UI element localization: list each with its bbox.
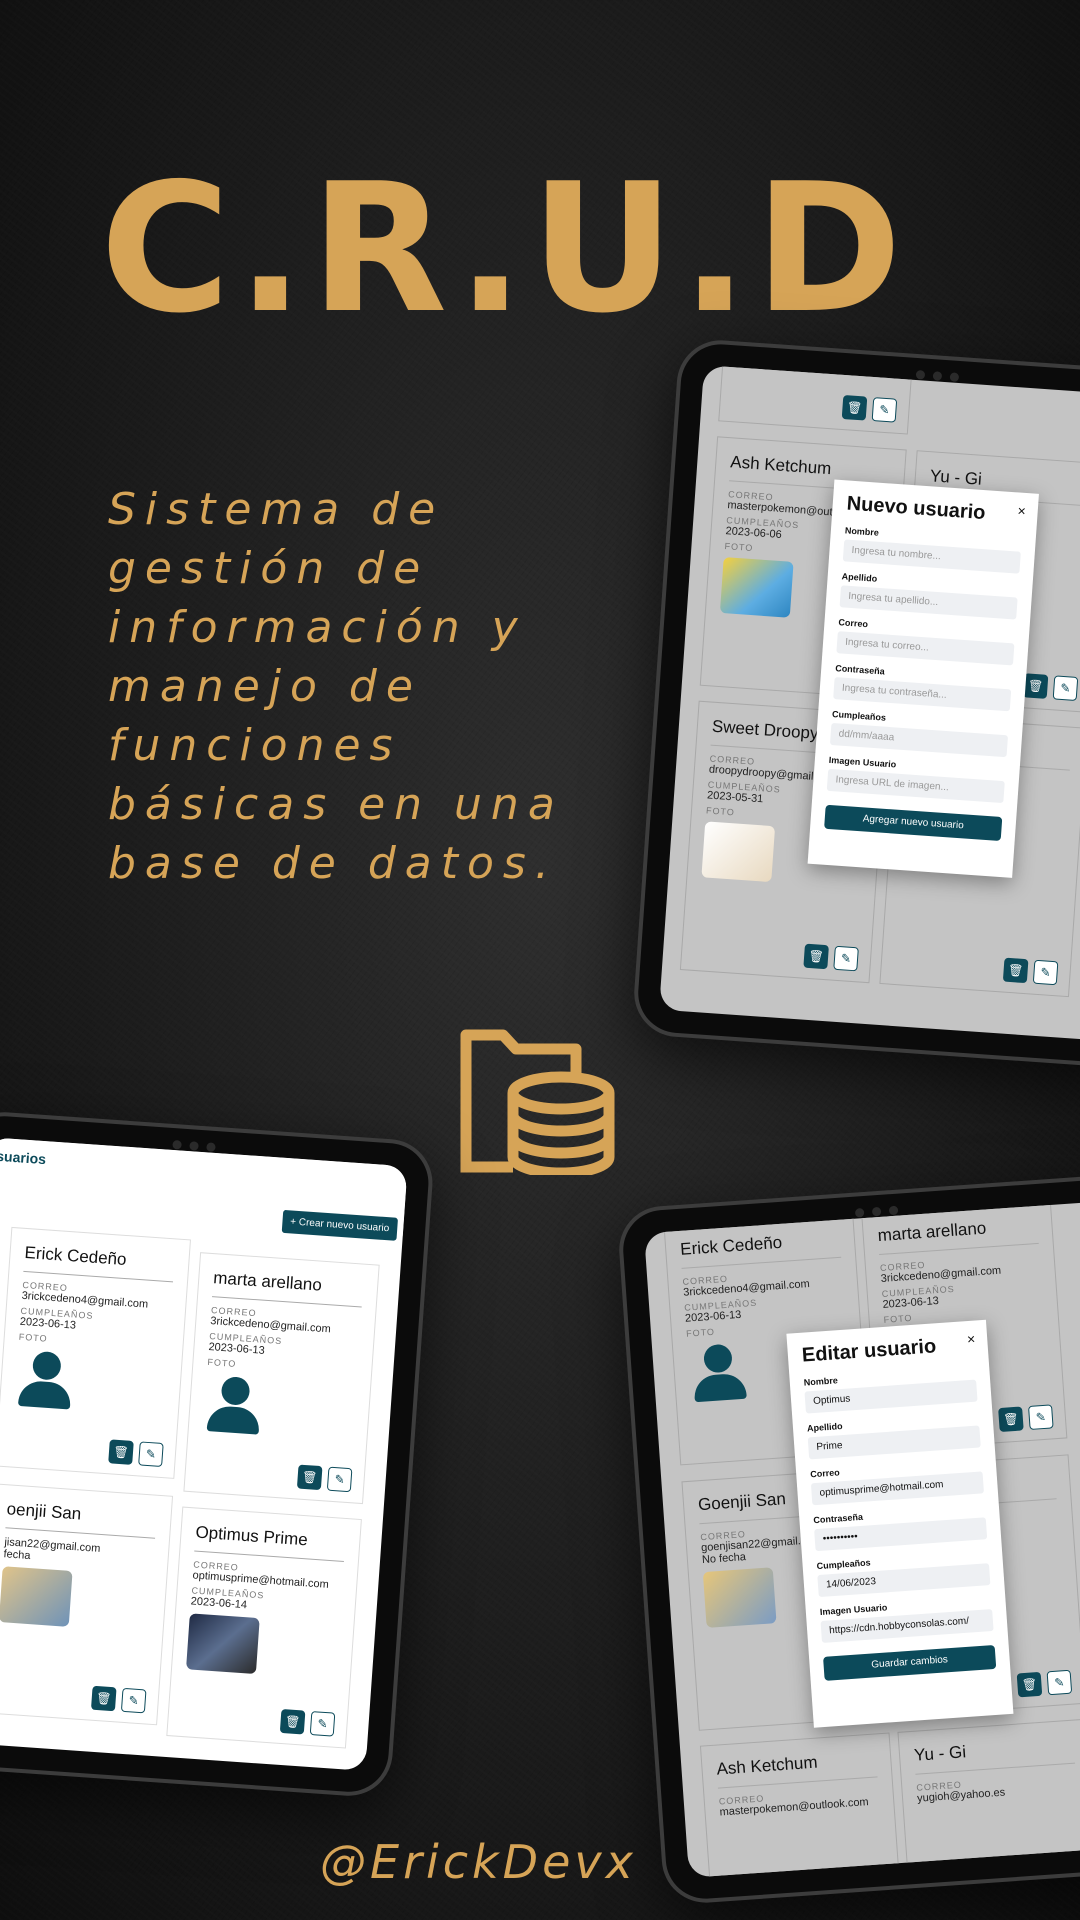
user-card: Ash Ketchum CORREO masterpokemon@outlook… bbox=[699, 1732, 900, 1878]
new-user-modal: Nuevo usuario × Nombre Ingresa tu nombre… bbox=[807, 479, 1039, 878]
edit-button[interactable]: ✎ bbox=[1032, 959, 1059, 986]
edit-button[interactable]: ✎ bbox=[833, 945, 859, 972]
close-icon[interactable]: × bbox=[966, 1331, 975, 1348]
tablet-camera bbox=[168, 1136, 229, 1152]
modal-title: Nuevo usuario bbox=[846, 492, 987, 525]
card-name: Ash Ketchum bbox=[715, 1748, 878, 1789]
edit-user-modal: Editar usuario × Nombre Optimus Apellido… bbox=[786, 1319, 1014, 1728]
delete-button[interactable]: 🗑 bbox=[1016, 1671, 1043, 1698]
tablet-edit-user: Erick Cedeño CORREO 3rickcedeno4@gmail.c… bbox=[616, 1172, 1080, 1906]
tablet-camera bbox=[912, 366, 973, 382]
avatar bbox=[203, 1375, 267, 1435]
page-title: C.R.U.D bbox=[100, 145, 909, 352]
add-user-button[interactable]: Agregar nuevo usuario bbox=[824, 804, 1003, 842]
close-icon[interactable]: × bbox=[1017, 502, 1026, 519]
card-name: Optimus Prime bbox=[194, 1522, 346, 1562]
author-handle: @ErickDevx bbox=[320, 1835, 637, 1889]
user-card: marta arellano CORREO 3rickcedeno@gmail.… bbox=[183, 1252, 380, 1505]
delete-button[interactable]: 🗑 bbox=[803, 943, 829, 970]
delete-button[interactable]: 🗑 bbox=[841, 394, 868, 421]
edit-button[interactable]: ✎ bbox=[120, 1687, 147, 1714]
user-card: oenjii San jisan22@gmail.com fecha 🗑 ✎ bbox=[0, 1483, 174, 1726]
card-name: Erick Cedeño bbox=[679, 1228, 842, 1269]
card-name: Erick Cedeño bbox=[23, 1242, 175, 1283]
delete-button[interactable]: 🗑 bbox=[296, 1464, 323, 1491]
tablet-screen: 🗑 ✎ Ash Ketchum CORREO masterpokemon@outl… bbox=[659, 365, 1080, 1043]
tablet-screen: suarios + Crear nuevo usuario Erick Cede… bbox=[0, 1137, 408, 1771]
user-photo bbox=[702, 1567, 777, 1628]
app-brand: suarios bbox=[0, 1147, 47, 1168]
user-card: Yu - Gi CORREO yugioh@yahoo.es bbox=[897, 1718, 1080, 1872]
user-photo bbox=[186, 1613, 260, 1675]
save-changes-button[interactable]: Guardar cambios bbox=[823, 1644, 997, 1681]
delete-button[interactable]: 🗑 bbox=[1022, 673, 1049, 699]
tablet-user-list: suarios + Crear nuevo usuario Erick Cede… bbox=[0, 1109, 436, 1799]
edit-button[interactable]: ✎ bbox=[871, 397, 898, 423]
user-photo bbox=[0, 1566, 73, 1627]
delete-button[interactable]: 🗑 bbox=[279, 1708, 306, 1735]
delete-button[interactable]: 🗑 bbox=[1002, 957, 1029, 984]
user-card: Optimus Prime CORREO optimusprime@hotmai… bbox=[166, 1506, 362, 1749]
card-name: oenjii San bbox=[5, 1499, 158, 1539]
edit-button[interactable]: ✎ bbox=[309, 1711, 336, 1737]
edit-button[interactable]: ✎ bbox=[1052, 675, 1079, 701]
edit-button[interactable]: ✎ bbox=[1046, 1669, 1073, 1696]
description-text: Sistema de gestión de información y mane… bbox=[108, 484, 564, 889]
user-photo bbox=[719, 557, 794, 618]
tablet-camera bbox=[851, 1201, 912, 1218]
edit-button[interactable]: ✎ bbox=[138, 1441, 164, 1468]
tablet-create-user: 🗑 ✎ Ash Ketchum CORREO masterpokemon@outl… bbox=[631, 337, 1080, 1071]
folder-database-icon bbox=[460, 1029, 615, 1175]
user-card: 🗑 ✎ bbox=[718, 365, 914, 435]
avatar bbox=[14, 1350, 78, 1410]
user-photo bbox=[701, 821, 776, 883]
card-name: marta arellano bbox=[212, 1268, 364, 1308]
app-header: suarios + Crear nuevo usuario bbox=[0, 1137, 408, 1241]
tablet-screen: Erick Cedeño CORREO 3rickcedeno4@gmail.c… bbox=[644, 1200, 1080, 1878]
edit-button[interactable]: ✎ bbox=[1028, 1404, 1054, 1430]
delete-button[interactable]: 🗑 bbox=[108, 1439, 134, 1465]
card-name: Yu - Gi bbox=[913, 1734, 1076, 1775]
create-user-button[interactable]: + Crear nuevo usuario bbox=[281, 1209, 399, 1241]
delete-button[interactable]: 🗑 bbox=[90, 1685, 117, 1712]
modal-title: Editar usuario bbox=[801, 1335, 937, 1367]
avatar bbox=[687, 1342, 751, 1403]
edit-button[interactable]: ✎ bbox=[326, 1466, 353, 1493]
card-name: marta arellano bbox=[877, 1214, 1039, 1256]
user-card: Erick Cedeño CORREO 3rickcedeno4@gmail.c… bbox=[0, 1226, 191, 1479]
delete-button[interactable]: 🗑 bbox=[998, 1406, 1024, 1433]
